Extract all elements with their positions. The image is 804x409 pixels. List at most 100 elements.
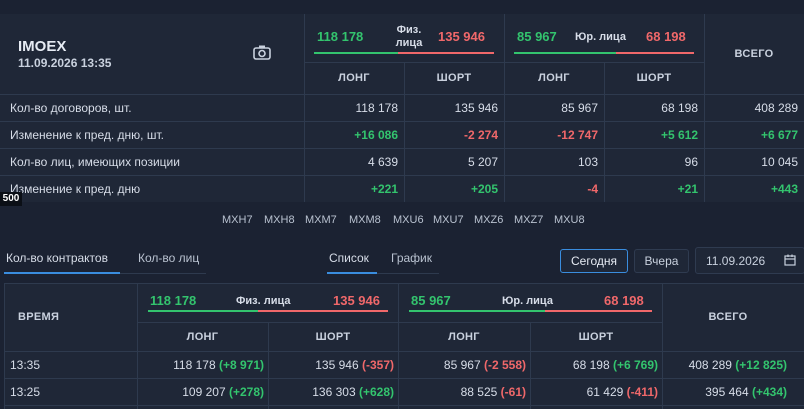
cell: +21 (677, 182, 698, 196)
t-phys-label: Физ. лица (236, 295, 291, 307)
phys-long-bar (314, 52, 398, 54)
table-cell: 88 525 (-61) (398, 385, 526, 399)
cell-delta: (+8 971) (218, 358, 264, 372)
t-phys-short-header: ШОРТ (315, 331, 351, 343)
calendar-icon (784, 254, 796, 269)
cell-value: 118 178 (173, 358, 216, 372)
cell-value: 68 198 (572, 358, 610, 372)
ticker-link[interactable]: MXZ7 (514, 214, 543, 226)
cell-value: 88 525 (460, 385, 498, 399)
cell-value: 395 464 (705, 385, 749, 399)
t-jur-long-total: 85 967 (411, 293, 451, 308)
tab-chart[interactable]: График (391, 251, 432, 265)
cell: 103 (577, 155, 598, 169)
table-cell: 135 946 (-357) (268, 358, 394, 372)
t-phys-long-bar (148, 310, 258, 312)
cell: 68 198 (661, 101, 698, 115)
ticker-link[interactable]: MXH8 (264, 214, 295, 226)
cell: 118 178 (355, 101, 399, 115)
cell: 85 967 (561, 101, 598, 115)
tab-active-underline (4, 272, 120, 274)
tab-list[interactable]: Список (329, 251, 369, 265)
ticker-link[interactable]: MXU6 (393, 214, 424, 226)
cell: +205 (470, 182, 498, 196)
jur-long-total: 85 967 (517, 29, 557, 44)
today-button[interactable]: Сегодня (560, 249, 628, 273)
cell: 4 639 (367, 155, 398, 169)
table-cell: 85 967 (-2 558) (398, 358, 526, 372)
time-cell: 13:35 (10, 358, 41, 372)
jur-short-bar (616, 52, 694, 54)
t-jur-short-header: ШОРТ (578, 331, 614, 343)
date-picker[interactable]: 11.09.2026 (695, 247, 804, 274)
row-label: Кол-во лиц, имеющих позиции (10, 155, 180, 169)
t-phys-short-bar (258, 310, 388, 312)
ticker-link[interactable]: MXM7 (305, 214, 337, 226)
row-label: Изменение к пред. дню, шт. (10, 128, 164, 142)
cell: +5 612 (660, 128, 698, 142)
cell-delta: (-2 558) (483, 358, 526, 372)
row-label: Изменение к пред. дню (10, 182, 141, 196)
tab-contracts[interactable]: Кол-во контрактов (6, 251, 108, 265)
cell-value: 109 207 (182, 385, 226, 399)
date-value: 11.09.2026 (706, 253, 766, 268)
cell-delta: (-411) (626, 385, 658, 399)
t-jur-long-header: ЛОНГ (448, 331, 480, 343)
table-cell: 61 429 (-411) (530, 385, 658, 399)
cell: -4 (587, 182, 598, 196)
cell-delta: (-61) (500, 385, 526, 399)
ticker-link[interactable]: MXH7 (222, 214, 253, 226)
total-header: ВСЕГО (734, 48, 774, 60)
phys-long-header: ЛОНГ (338, 72, 370, 84)
cell: 135 946 (454, 101, 498, 115)
overlay-badge: 500 (0, 192, 22, 206)
cell: 96 (684, 155, 698, 169)
table-cell: 408 289 (+12 825) (662, 358, 787, 372)
t-jur-short-total: 68 198 (604, 293, 644, 308)
tab-persons[interactable]: Кол-во лиц (138, 251, 199, 265)
phys-short-header: ШОРТ (436, 72, 472, 84)
jur-short-total: 68 198 (646, 29, 686, 44)
cell: +443 (770, 182, 798, 196)
cell: 5 207 (467, 155, 498, 169)
cell: -2 274 (463, 128, 498, 142)
cell: 408 289 (754, 101, 798, 115)
t-phys-long-total: 118 178 (150, 293, 197, 308)
ticker-link[interactable]: MXU8 (554, 214, 585, 226)
cell: +6 677 (760, 128, 798, 142)
cell-value: 135 946 (315, 358, 359, 372)
cell-delta: (-357) (361, 358, 394, 372)
cell-delta: (+628) (358, 385, 394, 399)
yesterday-button[interactable]: Вчера (634, 249, 689, 273)
jur-short-header: ШОРТ (636, 72, 672, 84)
cell-delta: (+434) (751, 385, 787, 399)
ticker-link[interactable]: MXU7 (433, 214, 464, 226)
phys-short-total: 135 946 (438, 29, 485, 44)
table-cell: 395 464 (+434) (662, 385, 787, 399)
time-cell: 13:25 (10, 385, 41, 399)
cell-value: 85 967 (443, 358, 481, 372)
t-phys-short-total: 135 946 (333, 293, 380, 308)
tab-list-underline (327, 272, 377, 274)
cell: -12 747 (557, 128, 598, 142)
t-jur-long-bar (409, 310, 545, 312)
index-datetime: 11.09.2026 13:35 (18, 56, 112, 70)
cell: 10 045 (761, 155, 798, 169)
cell-delta: (+6 769) (612, 358, 658, 372)
table-cell: 68 198 (+6 769) (530, 358, 658, 372)
table-cell: 109 207 (+278) (137, 385, 264, 399)
cell-value: 61 429 (586, 385, 624, 399)
ticker-link[interactable]: MXM8 (349, 214, 381, 226)
t-jur-label: Юр. лица (502, 295, 553, 307)
cell: +221 (370, 182, 398, 196)
cell-value: 408 289 (688, 358, 732, 372)
row-label: Кол-во договоров, шт. (10, 101, 132, 115)
phys-long-total: 118 178 (317, 29, 364, 44)
camera-icon[interactable] (252, 44, 272, 60)
ticker-link[interactable]: MXZ6 (474, 214, 503, 226)
index-title: IMOEX (18, 38, 67, 55)
time-header: ВРЕМЯ (18, 311, 60, 323)
t-jur-short-bar (545, 310, 652, 312)
cell-value: 136 303 (312, 385, 356, 399)
cell-delta: (+12 825) (735, 358, 787, 372)
